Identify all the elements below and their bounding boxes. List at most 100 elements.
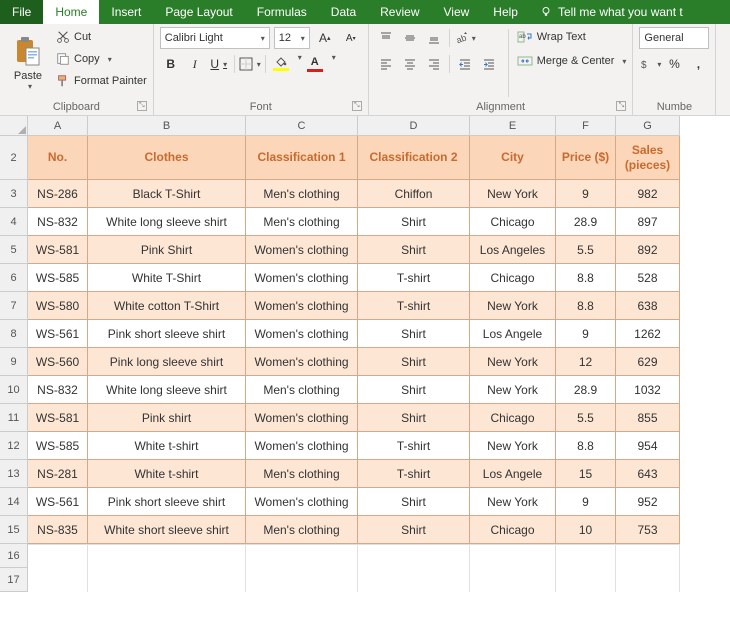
cell[interactable]: NS-832 <box>28 376 88 404</box>
cell[interactable]: 892 <box>616 236 680 264</box>
cell[interactable]: 9 <box>556 320 616 348</box>
cell[interactable] <box>88 544 246 568</box>
cell[interactable] <box>358 544 470 568</box>
cell[interactable]: T-shirt <box>358 264 470 292</box>
cell[interactable]: Shirt <box>358 348 470 376</box>
cell[interactable]: Sales (pieces) <box>616 136 680 180</box>
row-header[interactable]: 4 <box>0 208 28 236</box>
cell[interactable] <box>28 544 88 568</box>
cell[interactable] <box>470 568 556 592</box>
chevron-down-icon[interactable]: ▾ <box>332 53 336 75</box>
cell[interactable]: Clothes <box>88 136 246 180</box>
cell[interactable]: Women's clothing <box>246 404 358 432</box>
cell[interactable] <box>246 544 358 568</box>
row-header[interactable]: 8 <box>0 320 28 348</box>
cell[interactable]: 8.8 <box>556 432 616 460</box>
cell[interactable] <box>88 568 246 592</box>
cell[interactable]: WS-560 <box>28 348 88 376</box>
cell[interactable]: Los Angele <box>470 460 556 488</box>
cell[interactable]: 12 <box>556 348 616 376</box>
cell[interactable]: 5.5 <box>556 236 616 264</box>
cell[interactable]: White long sleeve shirt <box>88 376 246 404</box>
cell[interactable]: Chiffon <box>358 180 470 208</box>
wrap-text-button[interactable]: ab Wrap Text <box>517 27 627 47</box>
cell[interactable]: 9 <box>556 488 616 516</box>
cell[interactable]: Los Angeles <box>470 236 556 264</box>
column-header[interactable]: C <box>246 116 358 136</box>
column-header[interactable]: D <box>358 116 470 136</box>
cell[interactable]: Shirt <box>358 516 470 544</box>
tab-review[interactable]: Review <box>368 0 431 24</box>
cell[interactable]: NS-832 <box>28 208 88 236</box>
borders-button[interactable]: ▾ <box>239 53 261 75</box>
cell[interactable]: New York <box>470 348 556 376</box>
cell[interactable]: Chicago <box>470 404 556 432</box>
cell[interactable]: White t-shirt <box>88 432 246 460</box>
accounting-format-button[interactable]: $▾ <box>639 53 661 75</box>
underline-button[interactable]: U▾ <box>208 53 230 75</box>
cell[interactable]: Chicago <box>470 208 556 236</box>
cell[interactable] <box>246 568 358 592</box>
cell[interactable]: 28.9 <box>556 376 616 404</box>
cell[interactable]: New York <box>470 376 556 404</box>
cell[interactable]: 8.8 <box>556 292 616 320</box>
cell[interactable]: 855 <box>616 404 680 432</box>
cell[interactable]: Shirt <box>358 236 470 264</box>
font-size-select[interactable]: 12▾ <box>274 27 310 49</box>
cell[interactable]: White cotton T-Shirt <box>88 292 246 320</box>
row-header[interactable]: 9 <box>0 348 28 376</box>
cell[interactable]: White T-Shirt <box>88 264 246 292</box>
cell[interactable]: Pink long sleeve shirt <box>88 348 246 376</box>
cell[interactable]: Women's clothing <box>246 292 358 320</box>
cell[interactable]: 629 <box>616 348 680 376</box>
cell[interactable]: 528 <box>616 264 680 292</box>
cell[interactable]: NS-835 <box>28 516 88 544</box>
tab-help[interactable]: Help <box>481 0 530 24</box>
cell[interactable] <box>358 568 470 592</box>
cell[interactable]: 9 <box>556 180 616 208</box>
cell[interactable]: 8.8 <box>556 264 616 292</box>
cell[interactable]: WS-585 <box>28 432 88 460</box>
cell[interactable] <box>556 544 616 568</box>
cell[interactable]: 643 <box>616 460 680 488</box>
font-name-select[interactable]: Calibri Light▾ <box>160 27 270 49</box>
cell[interactable]: Pink short sleeve shirt <box>88 488 246 516</box>
cut-button[interactable]: Cut <box>56 27 147 47</box>
cell[interactable]: 10 <box>556 516 616 544</box>
copy-button[interactable]: Copy ▾ <box>56 49 147 69</box>
cell[interactable]: Price ($) <box>556 136 616 180</box>
tab-home[interactable]: Home <box>43 0 99 24</box>
cell[interactable]: WS-581 <box>28 404 88 432</box>
tab-data[interactable]: Data <box>319 0 368 24</box>
orientation-button[interactable]: ab▾ <box>454 27 476 49</box>
cell[interactable]: Women's clothing <box>246 264 358 292</box>
column-header[interactable]: E <box>470 116 556 136</box>
cell[interactable]: WS-561 <box>28 320 88 348</box>
cell[interactable]: White short sleeve shirt <box>88 516 246 544</box>
row-header[interactable]: 10 <box>0 376 28 404</box>
align-bottom-button[interactable] <box>423 27 445 49</box>
tab-view[interactable]: View <box>432 0 482 24</box>
row-header[interactable]: 15 <box>0 516 28 544</box>
decrease-indent-button[interactable] <box>454 53 476 75</box>
tell-me-search[interactable]: Tell me what you want t <box>530 0 693 24</box>
cell[interactable]: T-shirt <box>358 460 470 488</box>
cell[interactable]: Men's clothing <box>246 208 358 236</box>
cell[interactable]: White long sleeve shirt <box>88 208 246 236</box>
dialog-launcher-icon[interactable]: ⤡ <box>137 101 147 111</box>
cell[interactable]: 5.5 <box>556 404 616 432</box>
bold-button[interactable]: B <box>160 53 182 75</box>
percent-format-button[interactable]: % <box>663 53 685 75</box>
cell[interactable]: WS-561 <box>28 488 88 516</box>
cell[interactable]: Shirt <box>358 376 470 404</box>
cell[interactable] <box>616 568 680 592</box>
row-header[interactable]: 6 <box>0 264 28 292</box>
cell[interactable]: Men's clothing <box>246 516 358 544</box>
cell[interactable]: Classification 1 <box>246 136 358 180</box>
align-top-button[interactable] <box>375 27 397 49</box>
cell[interactable]: Shirt <box>358 488 470 516</box>
row-header[interactable]: 14 <box>0 488 28 516</box>
cell[interactable] <box>28 568 88 592</box>
cell[interactable]: Chicago <box>470 264 556 292</box>
row-header[interactable]: 2 <box>0 136 28 180</box>
